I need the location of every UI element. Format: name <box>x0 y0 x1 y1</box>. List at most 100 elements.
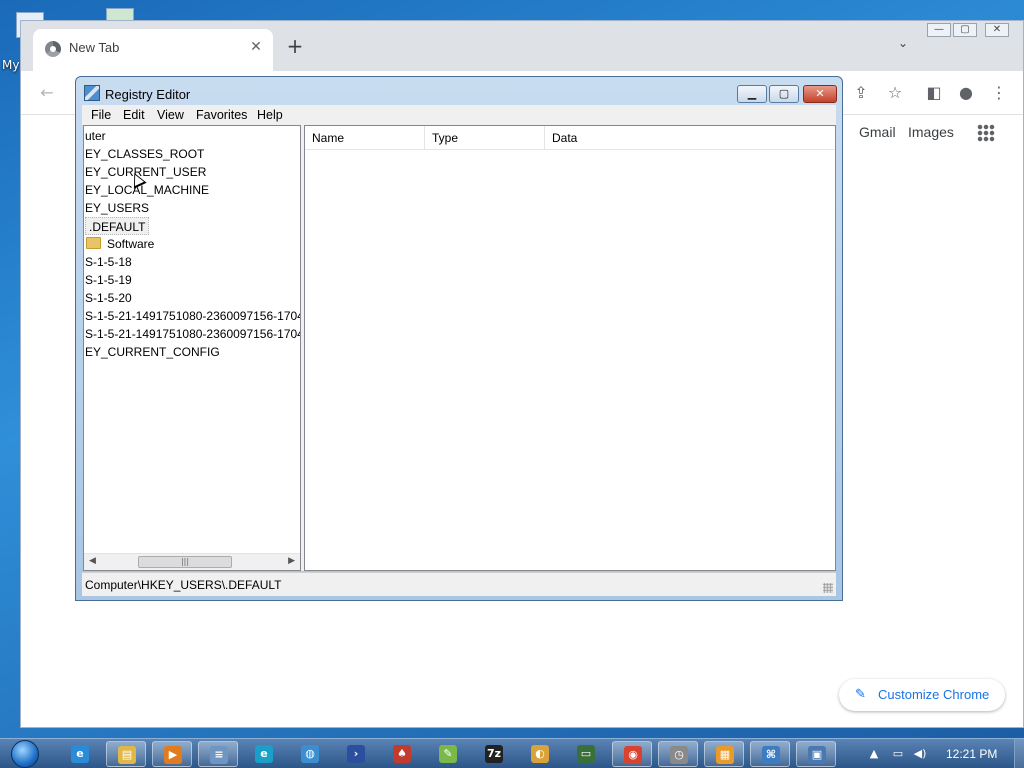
column-header-type[interactable]: Type <box>425 126 545 149</box>
taskbar-button[interactable]: › <box>336 741 376 767</box>
tree-item-label: EY_CURRENT_CONFIG <box>85 345 220 359</box>
share-icon[interactable]: ⇪ <box>851 83 871 103</box>
tree-item[interactable]: EY_CLASSES_ROOT <box>85 145 204 163</box>
tab-search-button[interactable]: ⌄ <box>893 36 913 56</box>
google-apps-icon[interactable] <box>977 124 995 142</box>
taskbar-button[interactable]: e <box>60 741 100 767</box>
scroll-left-icon[interactable]: ◀ <box>89 556 96 566</box>
tree-item[interactable]: EY_CURRENT_CONFIG <box>85 343 220 361</box>
chevron-up-icon[interactable]: ▲ <box>866 746 882 762</box>
tree-item[interactable]: S-1-5-21-1491751080-2360097156-17042 <box>85 307 301 325</box>
taskbar-button[interactable]: 7z <box>474 741 514 767</box>
images-link[interactable]: Images <box>908 124 954 140</box>
customize-chrome-label: Customize Chrome <box>878 687 990 702</box>
solitaire-icon: ♠ <box>393 745 411 763</box>
taskbar-button[interactable]: ✎ <box>428 741 468 767</box>
customize-chrome-button[interactable]: ✎ Customize Chrome <box>839 679 1005 711</box>
menu-file[interactable]: File <box>91 108 111 122</box>
gmail-link[interactable]: Gmail <box>859 124 896 140</box>
tree-item[interactable]: uter <box>85 127 106 145</box>
status-bar: Computer\HKEY_USERS\.DEFAULT <box>82 572 836 596</box>
registry-tree-pane[interactable]: uter EY_CLASSES_ROOT EY_CURRENT_USER EY_LOC… <box>83 125 301 571</box>
scroll-right-icon[interactable]: ▶ <box>288 556 295 566</box>
taskbar-button[interactable]: ♠ <box>382 741 422 767</box>
window-title: Registry Editor <box>105 87 191 102</box>
tree-item-label: uter <box>85 129 106 143</box>
chrome-maximize-button[interactable]: ▢ <box>953 23 977 37</box>
taskbar-button[interactable]: e <box>244 741 284 767</box>
taskbar: e ▤ ▶ ≡ e ◍ › ♠ ✎ 7z ◐ ▭ ◉ ◷ ▦ ⌘ ▣ ▲ ▭ ◀) 12:21 PM <box>0 738 1024 768</box>
volume-icon[interactable]: ◀) <box>912 746 928 762</box>
chrome-close-button[interactable]: ✕ <box>985 23 1009 37</box>
maximize-button[interactable]: ▢ <box>769 85 799 103</box>
tree-item[interactable]: .DEFAULT <box>85 217 150 235</box>
values-list-header: Name Type Data <box>305 126 835 150</box>
taskbar-button[interactable]: ≡ <box>198 741 238 767</box>
taskbar-button[interactable]: ▭ <box>566 741 606 767</box>
7zip-icon: 7z <box>485 745 503 763</box>
tree-item[interactable]: EY_USERS <box>85 199 149 217</box>
taskbar-button[interactable]: ▦ <box>704 741 744 767</box>
windows-logo-icon <box>11 740 39 768</box>
side-panel-icon[interactable]: ◧ <box>924 83 944 103</box>
taskbar-button[interactable]: ◐ <box>520 741 560 767</box>
tree-item[interactable]: EY_CURRENT_USER <box>85 163 206 181</box>
tree-item[interactable]: S-1-5-20 <box>85 289 132 307</box>
tree-item-label: S-1-5-19 <box>85 273 132 287</box>
tree-item-label: EY_LOCAL_MACHINE <box>85 183 210 197</box>
tree-folder-item[interactable]: Software <box>86 235 154 253</box>
resize-grip-icon[interactable] <box>823 583 833 593</box>
kebab-menu-icon[interactable]: ⋮ <box>989 83 1009 103</box>
start-button[interactable] <box>6 739 44 768</box>
control-panel-icon: ▦ <box>716 746 734 764</box>
taskbar-button[interactable]: ⌘ <box>750 741 790 767</box>
menu-favorites[interactable]: Favorites <box>196 108 247 122</box>
menu-help[interactable]: Help <box>257 108 283 122</box>
tab-new-tab[interactable]: New Tab ✕ <box>33 29 273 71</box>
edge-icon: e <box>255 745 273 763</box>
scrollbar-thumb[interactable]: ||| <box>138 556 232 568</box>
network-icon: ◍ <box>301 745 319 763</box>
close-button[interactable]: ✕ <box>803 85 837 103</box>
menu-edit[interactable]: Edit <box>123 108 145 122</box>
profile-icon[interactable]: ● <box>956 83 976 103</box>
desktop-icon-label: My <box>2 58 20 72</box>
tree-item[interactable]: S-1-5-18 <box>85 253 132 271</box>
taskbar-button[interactable]: ◍ <box>290 741 330 767</box>
taskbar-button[interactable]: ▣ <box>796 741 836 767</box>
tree-item[interactable]: S-1-5-21-1491751080-2360097156-17042 <box>85 325 301 343</box>
taskbar-button[interactable]: ▤ <box>106 741 146 767</box>
clock-icon: ◷ <box>670 746 688 764</box>
taskbar-button[interactable]: ◷ <box>658 741 698 767</box>
notepad-icon: ≡ <box>210 746 228 764</box>
tree-item-label: EY_CLASSES_ROOT <box>85 147 205 161</box>
network-tray-icon[interactable]: ▭ <box>890 746 906 762</box>
pencil-icon: ✎ <box>855 686 866 701</box>
show-desktop-button[interactable] <box>1014 739 1024 768</box>
tree-item[interactable]: EY_LOCAL_MACHINE <box>85 181 209 199</box>
monitor-icon: ▣ <box>808 746 826 764</box>
tree-item-label: S-1-5-20 <box>85 291 132 305</box>
arrow-left-icon[interactable]: ← <box>37 83 57 103</box>
registry-editor-titlebar[interactable]: Registry Editor ▁ ▢ ✕ <box>76 77 842 105</box>
tree-horizontal-scrollbar[interactable]: ◀ ||| ▶ <box>84 553 300 570</box>
chrome-minimize-button[interactable]: — <box>927 23 951 37</box>
taskbar-clock[interactable]: 12:21 PM <box>946 747 997 761</box>
menu-view[interactable]: View <box>157 108 184 122</box>
tree-item-label: .DEFAULT <box>89 220 146 234</box>
tree-item-label: S-1-5-21-1491751080-2360097156-17042 <box>85 309 301 323</box>
tree-item-label: S-1-5-21-1491751080-2360097156-17042 <box>85 327 301 341</box>
tree-item[interactable]: S-1-5-19 <box>85 271 132 289</box>
minimize-button[interactable]: ▁ <box>737 85 767 103</box>
column-header-name[interactable]: Name <box>305 126 425 149</box>
new-tab-button[interactable]: + <box>283 35 307 59</box>
registry-values-pane[interactable]: Name Type Data <box>304 125 836 571</box>
star-icon[interactable]: ☆ <box>885 83 905 103</box>
file-explorer-icon: ▤ <box>118 746 136 764</box>
taskbar-button[interactable]: ◉ <box>612 741 652 767</box>
taskbar-button[interactable]: ▶ <box>152 741 192 767</box>
tab-close-icon[interactable]: ✕ <box>247 38 265 56</box>
registry-editor-icon <box>84 85 100 101</box>
column-header-data[interactable]: Data <box>545 126 835 149</box>
notes-icon: ✎ <box>439 745 457 763</box>
